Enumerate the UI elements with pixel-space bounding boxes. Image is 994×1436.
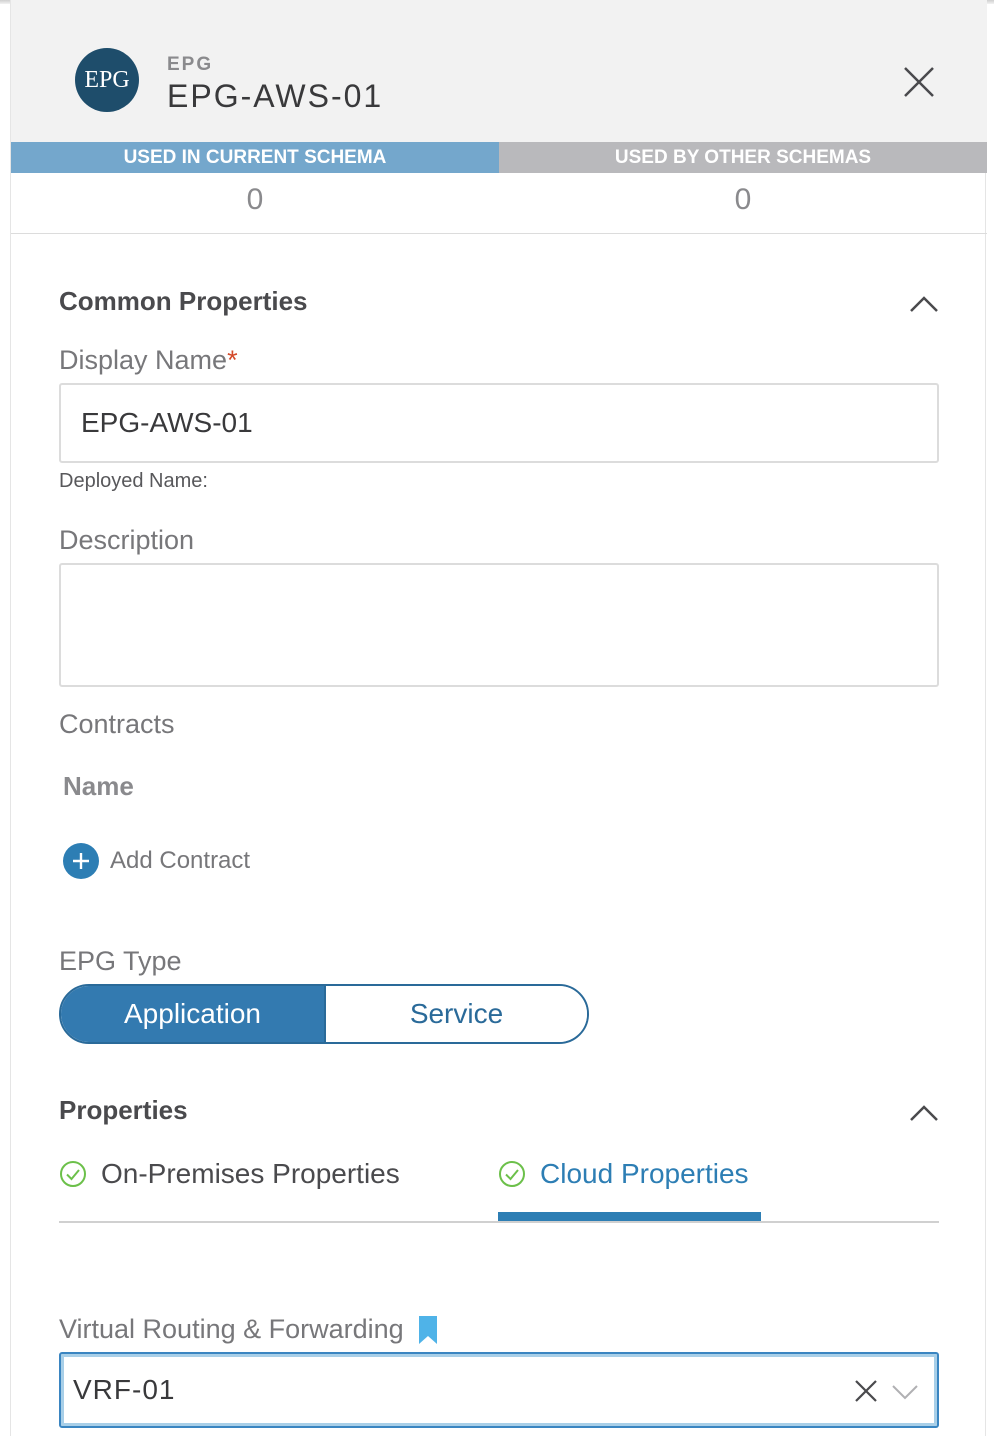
chevron-up-icon[interactable] [909,1103,939,1123]
active-tab-indicator [498,1212,761,1221]
used-in-current-schema-count: 0 [246,183,264,216]
epg-type-application-option[interactable]: Application [61,986,324,1042]
tab-on-premises-label: On-Premises Properties [101,1158,400,1189]
check-circle-icon [60,1161,86,1187]
deployed-name-label: Deployed Name: [59,470,208,492]
epg-type-toggle: Application Service [59,984,589,1044]
required-mark: * [227,345,238,375]
epg-type-label: EPG Type [59,946,182,976]
vrf-selected-value: VRF-01 [73,1374,176,1405]
plus-circle-icon [63,843,99,879]
used-in-current-schema-label: USED IN CURRENT SCHEMA [11,142,499,173]
vrf-label: Virtual Routing & Forwarding [59,1314,438,1345]
close-icon[interactable] [901,64,937,100]
tab-cloud-label: Cloud Properties [540,1158,749,1189]
clear-icon[interactable] [853,1378,879,1404]
vrf-select[interactable]: VRF-01 [59,1352,939,1428]
panel-header: EPG EPG EPG-AWS-01 [11,0,987,142]
description-textarea[interactable] [59,563,939,687]
add-contract-button[interactable]: Add Contract [63,843,250,879]
description-label: Description [59,525,195,555]
epg-detail-panel: EPG EPG EPG-AWS-01 USED IN CURRENT SCHEM… [10,0,987,1436]
used-by-other-schemas-label: USED BY OTHER SCHEMAS [499,142,987,173]
add-contract-label: Add Contract [110,847,251,874]
display-name-label-text: Display Name [59,345,228,375]
contracts-name-column-header: Name [63,771,134,801]
epg-type-service-option[interactable]: Service [324,986,587,1042]
used-in-current-schema: USED IN CURRENT SCHEMA 0 [11,142,499,234]
page-title: EPG-AWS-01 [167,78,384,114]
tab-cloud-properties[interactable]: Cloud Properties [498,1154,749,1194]
schema-usage: USED IN CURRENT SCHEMA 0 USED BY OTHER S… [11,142,987,234]
used-by-other-schemas-count: 0 [734,183,752,216]
contracts-label: Contracts [59,709,175,739]
display-name-label: Display Name* [59,345,238,376]
bookmark-icon [418,1315,437,1344]
common-properties-title: Common Properties [59,286,308,316]
chevron-up-icon[interactable] [909,294,939,314]
properties-title: Properties [59,1095,188,1125]
display-name-input[interactable]: EPG-AWS-01 [59,383,939,463]
used-by-other-schemas: USED BY OTHER SCHEMAS 0 [499,142,987,234]
check-circle-icon [499,1161,525,1187]
vrf-label-text: Virtual Routing & Forwarding [59,1314,404,1344]
epg-avatar: EPG [75,48,139,112]
tabs-divider [59,1221,939,1223]
chevron-down-icon[interactable] [891,1384,919,1400]
object-type-label: EPG [167,54,214,75]
tab-on-premises-properties[interactable]: On-Premises Properties [59,1154,400,1194]
